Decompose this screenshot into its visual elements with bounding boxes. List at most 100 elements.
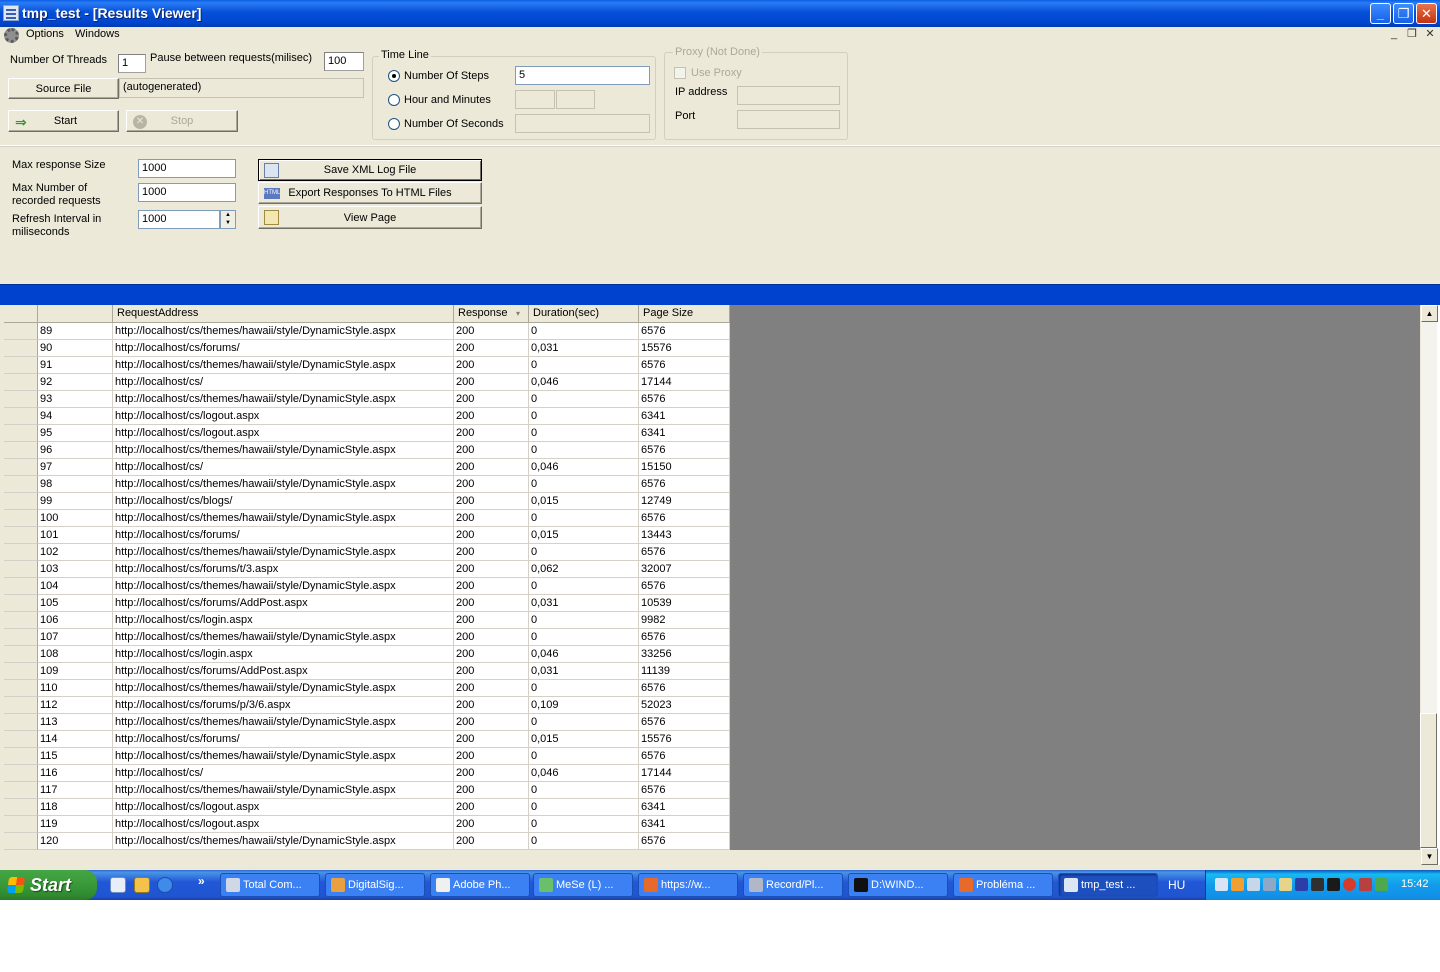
- maximize-button[interactable]: ❐: [1393, 3, 1414, 24]
- row-selector[interactable]: [4, 391, 38, 408]
- table-row[interactable]: 105 http://localhost/cs/forums/AddPost.as…: [4, 595, 730, 612]
- cell-duration[interactable]: 0,015: [529, 731, 639, 748]
- table-row[interactable]: 97 http://localhost/cs/200 0,046 15150: [4, 459, 730, 476]
- grid-header-duration[interactable]: Duration(sec): [529, 305, 639, 323]
- row-selector[interactable]: [4, 476, 38, 493]
- cell-duration[interactable]: 0,015: [529, 493, 639, 510]
- cell-page-size[interactable]: 6576: [639, 782, 730, 799]
- save-xml-button[interactable]: Save XML Log File: [258, 159, 482, 181]
- pause-input[interactable]: 100: [324, 52, 364, 71]
- cell-duration[interactable]: 0: [529, 357, 639, 374]
- title-bar[interactable]: tmp_test - [Results Viewer] _ ❐ ✕: [0, 0, 1440, 27]
- table-row[interactable]: 113 http://localhost/cs/themes/hawaii/sty…: [4, 714, 730, 731]
- cell-request-address[interactable]: http://localhost/cs/themes/hawaii/style/…: [113, 323, 454, 340]
- cell-row-index[interactable]: 93: [38, 391, 113, 408]
- table-row[interactable]: 118 http://localhost/cs/logout.aspx 200 0 63…: [4, 799, 730, 816]
- cell-page-size[interactable]: 15576: [639, 731, 730, 748]
- row-selector[interactable]: [4, 799, 38, 816]
- cell-page-size[interactable]: 6341: [639, 816, 730, 833]
- row-selector[interactable]: [4, 748, 38, 765]
- cell-request-address[interactable]: http://localhost/cs/blogs/: [113, 493, 454, 510]
- cell-response-code[interactable]: 200: [454, 374, 529, 391]
- cell-response-code[interactable]: 200: [454, 391, 529, 408]
- cell-request-address[interactable]: http://localhost/cs/themes/hawaii/style/…: [113, 510, 454, 527]
- cell-duration[interactable]: 0,062: [529, 561, 639, 578]
- cell-response-code[interactable]: 200: [454, 629, 529, 646]
- menu-options[interactable]: Options: [26, 28, 64, 40]
- row-selector[interactable]: [4, 663, 38, 680]
- scroll-up-icon[interactable]: ▲: [1421, 305, 1438, 322]
- scroll-down-icon[interactable]: ▼: [1421, 848, 1438, 865]
- cell-duration[interactable]: 0: [529, 391, 639, 408]
- max-response-input[interactable]: 1000: [138, 159, 236, 178]
- clock[interactable]: 15:42: [1401, 878, 1429, 890]
- cell-row-index[interactable]: 101: [38, 527, 113, 544]
- row-selector[interactable]: [4, 697, 38, 714]
- minimize-button[interactable]: _: [1370, 3, 1391, 24]
- grid-header-request-address[interactable]: RequestAddress: [113, 305, 454, 323]
- cell-row-index[interactable]: 91: [38, 357, 113, 374]
- cell-response-code[interactable]: 200: [454, 782, 529, 799]
- cell-response-code[interactable]: 200: [454, 612, 529, 629]
- table-row[interactable]: 91 http://localhost/cs/themes/hawaii/styl…: [4, 357, 730, 374]
- quicklaunch-expand-icon[interactable]: »: [198, 874, 205, 888]
- cell-page-size[interactable]: 6576: [639, 629, 730, 646]
- table-row[interactable]: 94 http://localhost/cs/logout.aspx 200 0 634…: [4, 408, 730, 425]
- cell-row-index[interactable]: 89: [38, 323, 113, 340]
- cell-duration[interactable]: 0,031: [529, 595, 639, 612]
- taskbar-item[interactable]: MeSe (L) ...: [533, 873, 633, 897]
- cell-page-size[interactable]: 6576: [639, 748, 730, 765]
- cell-page-size[interactable]: 13443: [639, 527, 730, 544]
- cell-duration[interactable]: 0,046: [529, 646, 639, 663]
- cell-page-size[interactable]: 6576: [639, 391, 730, 408]
- grid-header-selector[interactable]: [4, 305, 38, 323]
- cell-request-address[interactable]: http://localhost/cs/logout.aspx: [113, 408, 454, 425]
- tray-icon-10[interactable]: [1359, 878, 1372, 891]
- row-selector[interactable]: [4, 816, 38, 833]
- tray-icon-11[interactable]: [1375, 878, 1388, 891]
- cell-duration[interactable]: 0: [529, 425, 639, 442]
- cell-page-size[interactable]: 6576: [639, 510, 730, 527]
- tray-icon-9[interactable]: [1343, 878, 1356, 891]
- quicklaunch-clock-icon[interactable]: [134, 877, 150, 893]
- refresh-spinner[interactable]: ▲ ▼: [220, 210, 236, 229]
- taskbar-item[interactable]: https://w...: [638, 873, 738, 897]
- cell-response-code[interactable]: 200: [454, 595, 529, 612]
- cell-duration[interactable]: 0: [529, 442, 639, 459]
- use-proxy-checkbox[interactable]: [674, 67, 686, 79]
- cell-request-address[interactable]: http://localhost/cs/themes/hawaii/style/…: [113, 442, 454, 459]
- steps-input[interactable]: 5: [515, 66, 650, 85]
- cell-row-index[interactable]: 98: [38, 476, 113, 493]
- cell-request-address[interactable]: http://localhost/cs/themes/hawaii/style/…: [113, 391, 454, 408]
- taskbar-item[interactable]: D:\WIND...: [848, 873, 948, 897]
- cell-response-code[interactable]: 200: [454, 459, 529, 476]
- cell-duration[interactable]: 0,046: [529, 374, 639, 391]
- row-selector[interactable]: [4, 629, 38, 646]
- cell-request-address[interactable]: http://localhost/cs/: [113, 459, 454, 476]
- cell-row-index[interactable]: 92: [38, 374, 113, 391]
- cell-row-index[interactable]: 108: [38, 646, 113, 663]
- cell-request-address[interactable]: http://localhost/cs/login.aspx: [113, 612, 454, 629]
- cell-response-code[interactable]: 200: [454, 646, 529, 663]
- taskbar-item[interactable]: Record/Pl...: [743, 873, 843, 897]
- refresh-input[interactable]: 1000: [138, 210, 220, 229]
- table-row[interactable]: 108 http://localhost/cs/login.aspx 200 0,04…: [4, 646, 730, 663]
- cell-page-size[interactable]: 6341: [639, 408, 730, 425]
- cell-response-code[interactable]: 200: [454, 748, 529, 765]
- cell-request-address[interactable]: http://localhost/cs/themes/hawaii/style/…: [113, 578, 454, 595]
- row-selector[interactable]: [4, 493, 38, 510]
- cell-duration[interactable]: 0: [529, 680, 639, 697]
- threads-input[interactable]: 1: [118, 54, 146, 73]
- table-row[interactable]: 100 http://localhost/cs/themes/hawaii/sty…: [4, 510, 730, 527]
- row-selector[interactable]: [4, 340, 38, 357]
- cell-page-size[interactable]: 6341: [639, 425, 730, 442]
- cell-duration[interactable]: 0: [529, 782, 639, 799]
- stop-button[interactable]: ✕ Stop: [126, 110, 238, 132]
- cell-response-code[interactable]: 200: [454, 340, 529, 357]
- cell-response-code[interactable]: 200: [454, 714, 529, 731]
- cell-request-address[interactable]: http://localhost/cs/forums/: [113, 340, 454, 357]
- cell-duration[interactable]: 0: [529, 323, 639, 340]
- row-selector[interactable]: [4, 833, 38, 850]
- table-row[interactable]: 98 http://localhost/cs/themes/hawaii/styl…: [4, 476, 730, 493]
- scroll-thumb[interactable]: [1420, 713, 1437, 848]
